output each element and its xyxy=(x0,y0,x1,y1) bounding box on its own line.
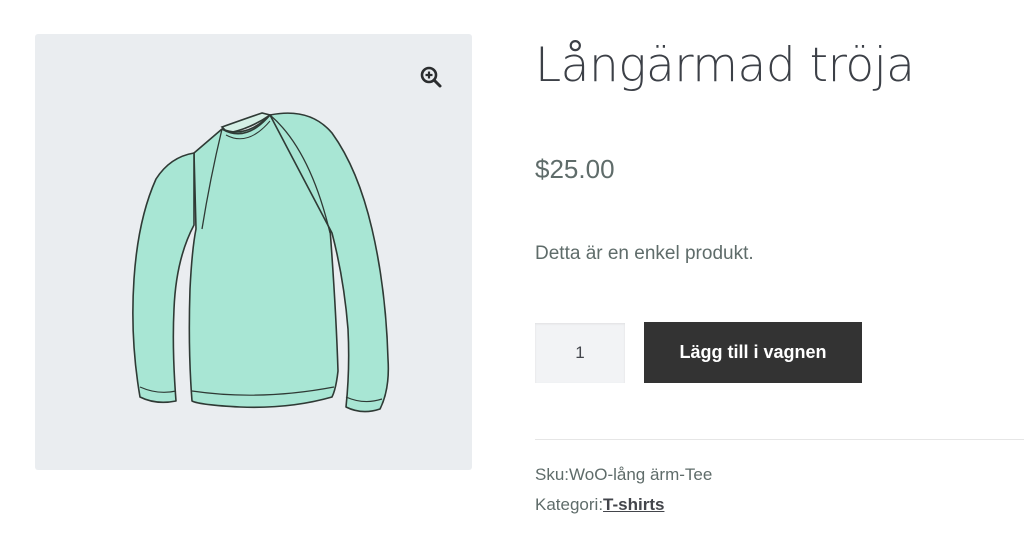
category-link[interactable]: T-shirts xyxy=(603,495,664,514)
quantity-input[interactable] xyxy=(535,323,625,383)
category-label: Kategori: xyxy=(535,495,604,514)
product-category: Kategori:T-shirts xyxy=(535,495,664,515)
product-sku: Sku:WoO-lång ärm-Tee xyxy=(535,465,712,485)
product-short-description: Detta är en enkel produkt. xyxy=(535,243,754,264)
zoom-in-icon[interactable] xyxy=(418,64,444,90)
divider xyxy=(535,439,1024,440)
long-sleeve-tee-image[interactable] xyxy=(110,109,400,429)
sku-value: WoO-lång ärm-Tee xyxy=(569,465,713,484)
product-title: Långärmad tröja xyxy=(535,38,915,93)
product-gallery[interactable] xyxy=(35,34,472,470)
product-page: Långärmad tröja $25.00 Detta är en enkel… xyxy=(0,0,1024,555)
sku-label: Sku: xyxy=(535,465,570,484)
add-to-cart-button[interactable]: Lägg till i vagnen xyxy=(644,322,862,383)
product-price: $25.00 xyxy=(535,154,615,184)
